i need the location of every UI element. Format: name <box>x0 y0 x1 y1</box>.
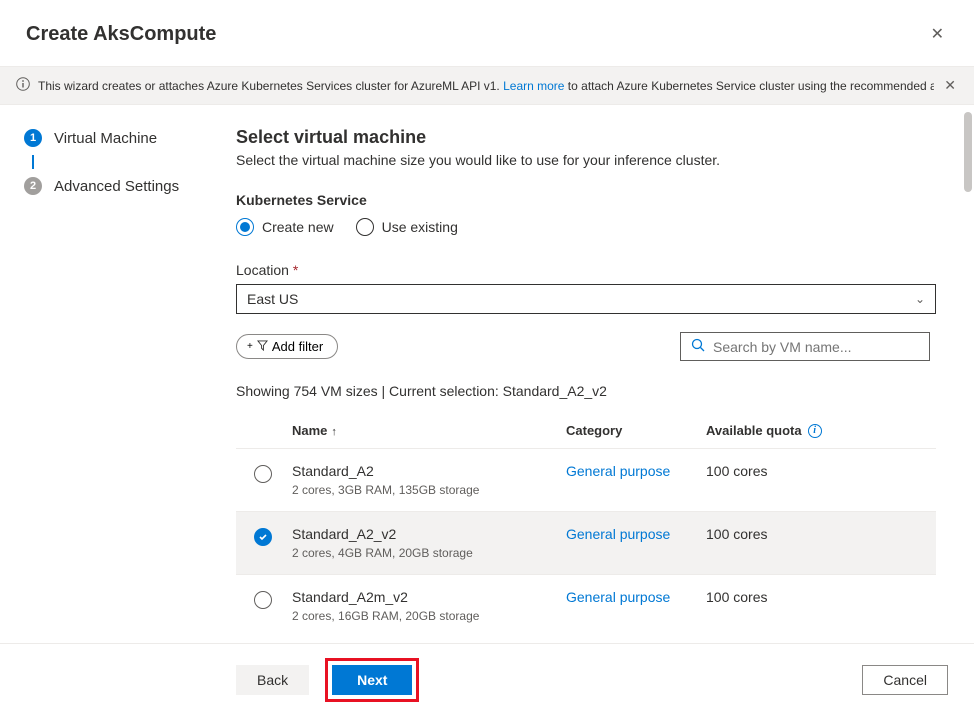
chevron-down-icon: ⌄ <box>915 292 925 306</box>
vm-spec: 2 cores, 16GB RAM, 20GB storage <box>292 609 566 623</box>
close-icon: ✕ <box>931 26 944 43</box>
radio-icon <box>236 218 254 236</box>
dismiss-info-button[interactable]: ✕ <box>942 75 958 96</box>
radio-label: Create new <box>262 219 334 235</box>
category-link[interactable]: General purpose <box>566 589 670 605</box>
location-value: East US <box>247 291 298 307</box>
row-radio-icon[interactable] <box>254 465 272 483</box>
table-row[interactable]: Standard_A2_v2 2 cores, 4GB RAM, 20GB st… <box>236 511 936 574</box>
results-status: Showing 754 VM sizes | Current selection… <box>236 383 948 399</box>
quota-value: 100 cores <box>706 526 936 542</box>
close-button[interactable]: ✕ <box>927 20 948 48</box>
step-label: Virtual Machine <box>54 130 157 147</box>
wizard-footer: Back Next Cancel <box>0 643 974 716</box>
close-icon: ✕ <box>944 77 956 93</box>
quota-value: 100 cores <box>706 589 936 605</box>
info-icon <box>16 77 30 94</box>
table-row[interactable]: Standard_A2m_v2 2 cores, 16GB RAM, 20GB … <box>236 574 936 637</box>
cancel-button[interactable]: Cancel <box>862 665 948 695</box>
search-input[interactable] <box>713 339 919 355</box>
table-row[interactable]: Standard_A2 2 cores, 3GB RAM, 135GB stor… <box>236 448 936 511</box>
next-button[interactable]: Next <box>332 665 412 695</box>
add-filter-label: Add filter <box>272 339 323 354</box>
location-label: Location * <box>236 262 948 278</box>
step-virtual-machine[interactable]: 1 Virtual Machine <box>24 129 194 147</box>
search-icon <box>691 338 705 355</box>
vm-spec: 2 cores, 4GB RAM, 20GB storage <box>292 546 566 560</box>
row-radio-icon[interactable] <box>254 528 272 546</box>
sort-asc-icon: ↑ <box>331 426 337 438</box>
location-select[interactable]: East US ⌄ <box>236 284 936 314</box>
step-label: Advanced Settings <box>54 178 179 195</box>
filter-icon <box>257 339 268 354</box>
step-advanced-settings[interactable]: 2 Advanced Settings <box>24 177 194 195</box>
category-link[interactable]: General purpose <box>566 463 670 479</box>
category-link[interactable]: General purpose <box>566 526 670 542</box>
vm-name: Standard_A2m_v2 <box>292 589 566 605</box>
search-box[interactable] <box>680 332 930 361</box>
step-connector <box>32 155 34 169</box>
section-subtitle: Select the virtual machine size you woul… <box>236 152 948 168</box>
quota-value: 100 cores <box>706 463 936 479</box>
step-number: 1 <box>24 129 42 147</box>
vm-size-table: Name↑ Category Available quota i Standar… <box>236 417 936 637</box>
info-icon[interactable]: i <box>808 424 822 438</box>
row-radio-icon[interactable] <box>254 591 272 609</box>
column-header-category[interactable]: Category <box>566 423 706 438</box>
column-header-quota[interactable]: Available quota i <box>706 423 936 438</box>
vm-spec: 2 cores, 3GB RAM, 135GB storage <box>292 483 566 497</box>
next-button-highlight: Next <box>325 658 419 702</box>
info-text-before: This wizard creates or attaches Azure Ku… <box>38 79 503 93</box>
column-header-name[interactable]: Name↑ <box>292 423 566 438</box>
radio-use-existing[interactable]: Use existing <box>356 218 458 236</box>
required-mark: * <box>293 262 298 278</box>
plus-icon: + <box>247 341 253 352</box>
vm-name: Standard_A2 <box>292 463 566 479</box>
scrollbar[interactable] <box>964 112 972 192</box>
section-heading: Select virtual machine <box>236 127 948 148</box>
back-button[interactable]: Back <box>236 665 309 695</box>
info-bar: This wizard creates or attaches Azure Ku… <box>0 67 974 105</box>
vm-name: Standard_A2_v2 <box>292 526 566 542</box>
radio-label: Use existing <box>382 219 458 235</box>
radio-create-new[interactable]: Create new <box>236 218 334 236</box>
learn-more-link[interactable]: Learn more <box>503 79 564 93</box>
kubernetes-service-label: Kubernetes Service <box>236 192 948 208</box>
radio-icon <box>356 218 374 236</box>
info-text-after: to attach Azure Kubernetes Service clust… <box>564 79 934 93</box>
wizard-steps-sidebar: 1 Virtual Machine 2 Advanced Settings <box>0 105 210 728</box>
add-filter-button[interactable]: + Add filter <box>236 334 338 359</box>
step-number: 2 <box>24 177 42 195</box>
page-title: Create AksCompute <box>26 23 216 46</box>
